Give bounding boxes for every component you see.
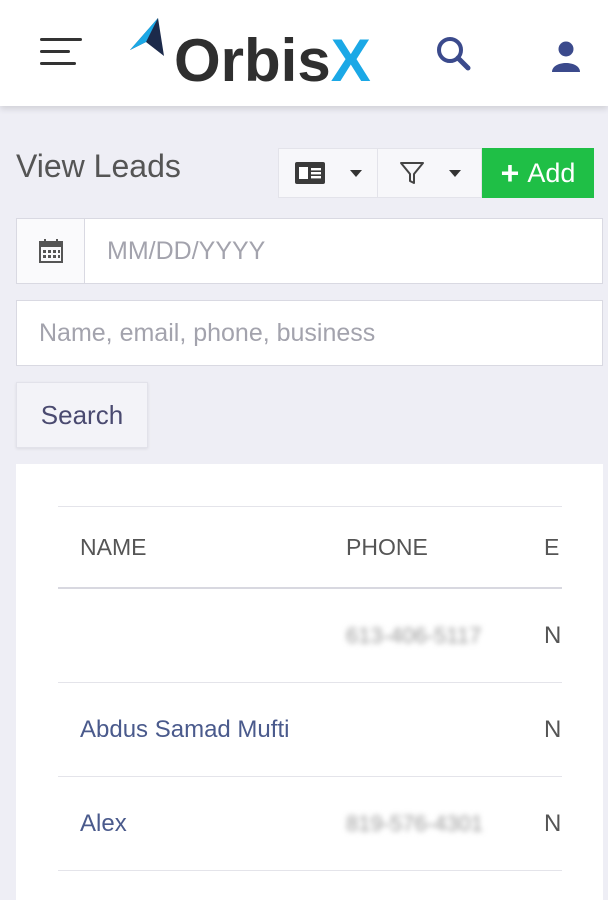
date-filter — [16, 218, 603, 284]
top-navbar: OrbisX — [0, 0, 608, 106]
page-title: View Leads — [16, 148, 181, 184]
search-button[interactable]: Search — [16, 382, 148, 448]
view-mode-dropdown[interactable] — [278, 148, 378, 198]
lead-phone: 613-406-5117 — [346, 622, 482, 648]
hamburger-menu-icon[interactable] — [40, 36, 82, 68]
table-row[interactable]: Abdus Samad Mufti N — [58, 683, 562, 777]
leads-table-card: NAME PHONE E 613-406-5117 N Abdus Samad … — [16, 464, 603, 900]
orbisx-logo[interactable]: OrbisX — [128, 16, 398, 96]
lead-name-link[interactable]: Abdus Samad Mufti — [80, 683, 289, 776]
lead-phone: 819-576-4301 — [346, 810, 484, 836]
search-icon[interactable] — [434, 34, 474, 74]
add-lead-button[interactable]: + Add — [482, 148, 594, 198]
search-query-input[interactable] — [16, 300, 603, 366]
column-header-phone[interactable]: PHONE — [346, 507, 428, 587]
logo-arrow-icon — [130, 18, 164, 56]
calendar-icon[interactable] — [17, 219, 85, 283]
lead-name-link[interactable]: Alex — [80, 777, 127, 870]
lead-email: N — [544, 715, 562, 743]
filter-icon — [399, 162, 424, 184]
date-input[interactable] — [85, 219, 602, 283]
leads-table: NAME PHONE E 613-406-5117 N Abdus Samad … — [58, 506, 562, 871]
chevron-down-icon — [350, 169, 362, 177]
filter-dropdown[interactable] — [378, 148, 482, 198]
table-header-row: NAME PHONE E — [58, 507, 562, 589]
logo-text: OrbisX — [174, 27, 371, 94]
plus-icon: + — [500, 155, 520, 191]
add-button-label: Add — [527, 157, 576, 188]
column-header-email[interactable]: E — [544, 507, 559, 587]
leads-toolbar: + Add — [278, 148, 594, 198]
table-row[interactable]: 613-406-5117 N — [58, 589, 562, 683]
chevron-down-icon — [448, 169, 461, 177]
column-header-name[interactable]: NAME — [80, 507, 146, 587]
user-icon[interactable] — [548, 38, 584, 74]
lead-email: N — [544, 621, 562, 649]
lead-email: N — [544, 809, 562, 837]
contact-card-icon — [295, 162, 325, 184]
table-row[interactable]: Alex 819-576-4301 N — [58, 777, 562, 871]
